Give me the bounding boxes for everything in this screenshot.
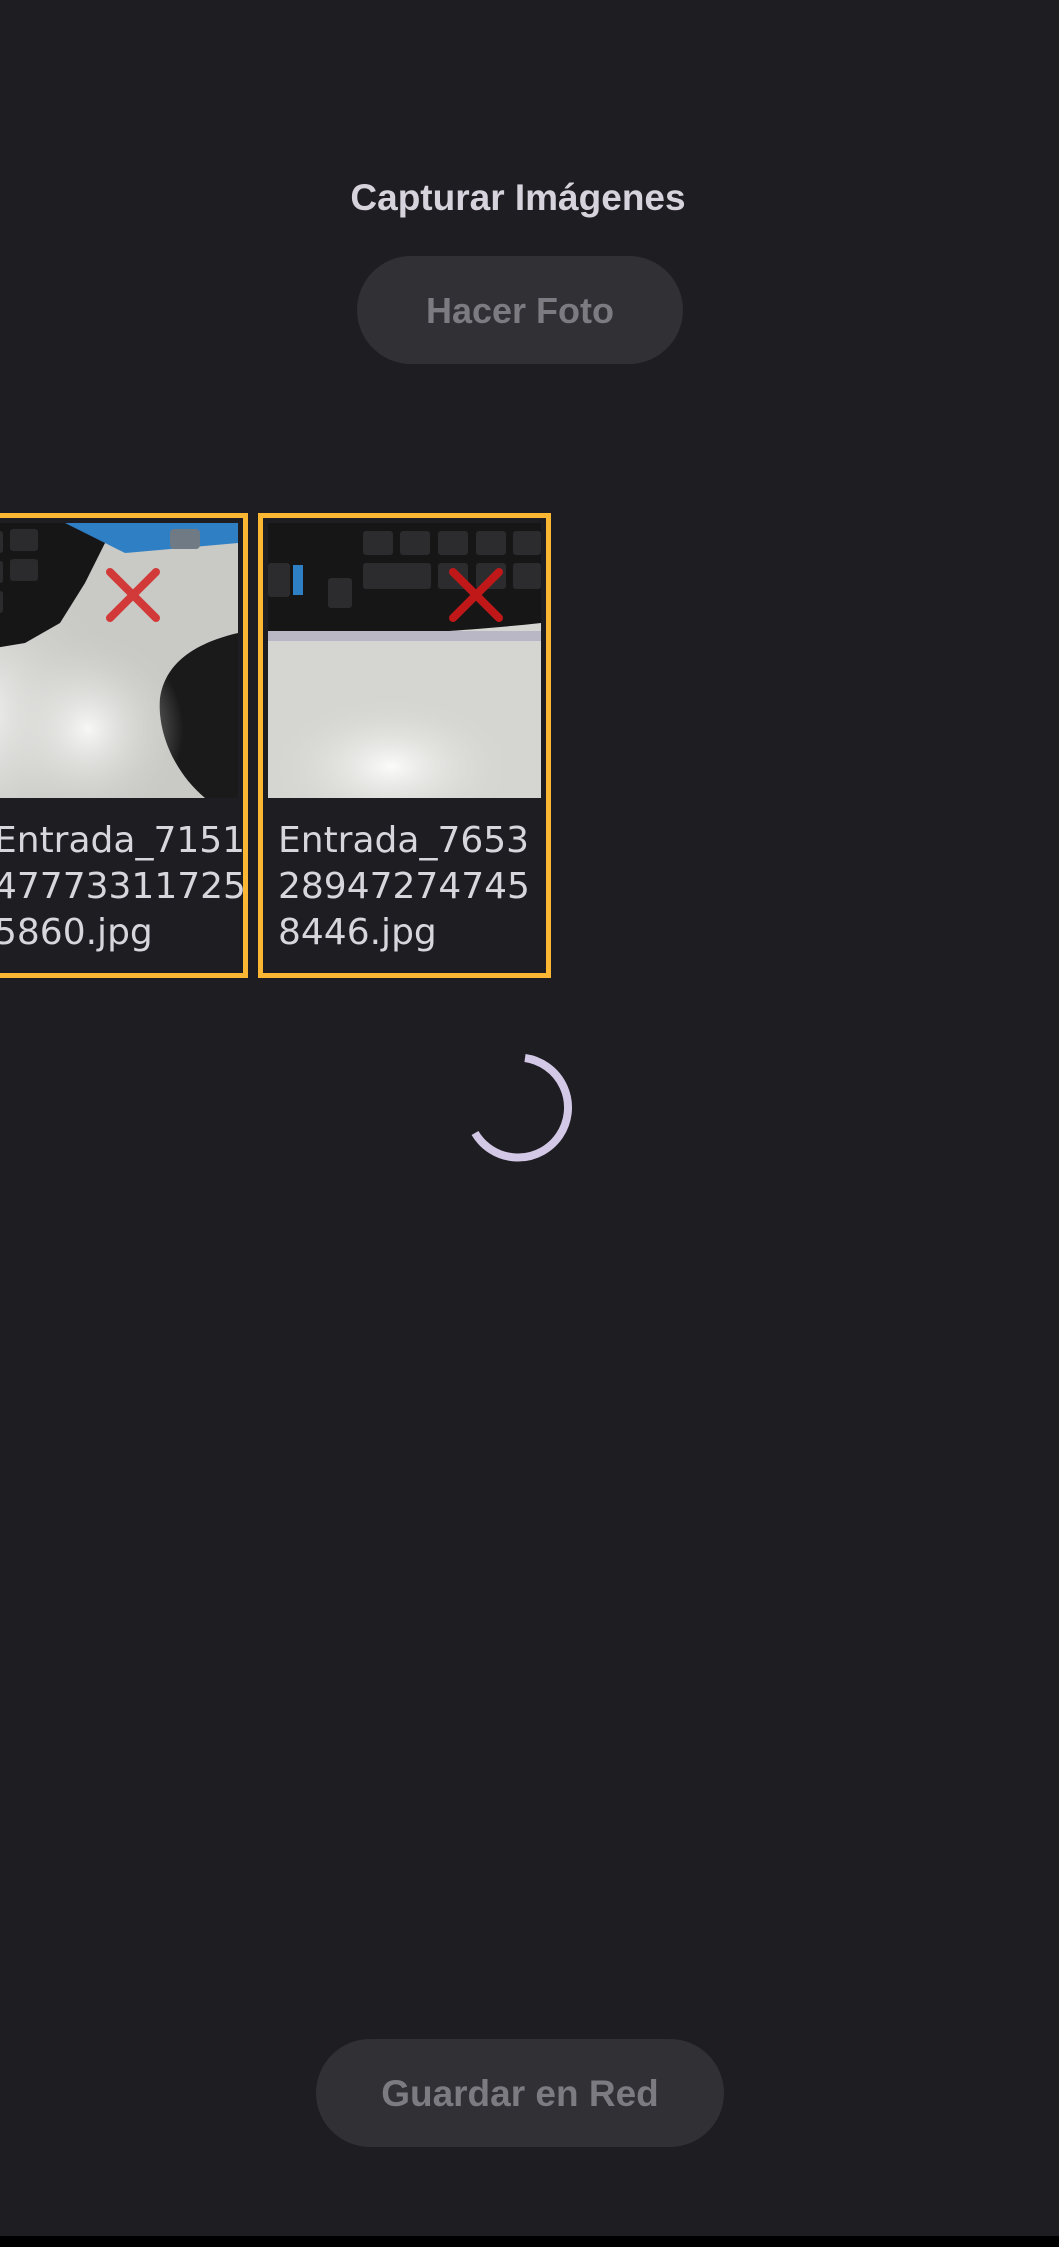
image-filename: Entrada_7151 47773311725 5860.jpg — [0, 820, 246, 953]
image-filename: Entrada_7653 28947274745 8446.jpg — [278, 820, 530, 953]
image-card[interactable]: Entrada_7151 47773311725 5860.jpg — [0, 513, 248, 978]
image-card[interactable]: Entrada_7653 28947274745 8446.jpg — [258, 513, 551, 978]
remove-image-icon[interactable] — [445, 564, 507, 626]
capture-images-screen: Capturar Imágenes Hacer Foto Entrada_715… — [0, 0, 1059, 2236]
image-gallery[interactable]: Entrada_7151 47773311725 5860.jpg Entrad… — [0, 513, 1059, 978]
remove-image-icon[interactable] — [102, 564, 164, 626]
page-title: Capturar Imágenes — [350, 177, 686, 218]
take-photo-button[interactable]: Hacer Foto — [357, 256, 683, 364]
progress-spinner-icon — [470, 1053, 580, 1163]
save-to-network-button[interactable]: Guardar en Red — [316, 2039, 724, 2147]
system-navigation-bar — [0, 2236, 1059, 2247]
